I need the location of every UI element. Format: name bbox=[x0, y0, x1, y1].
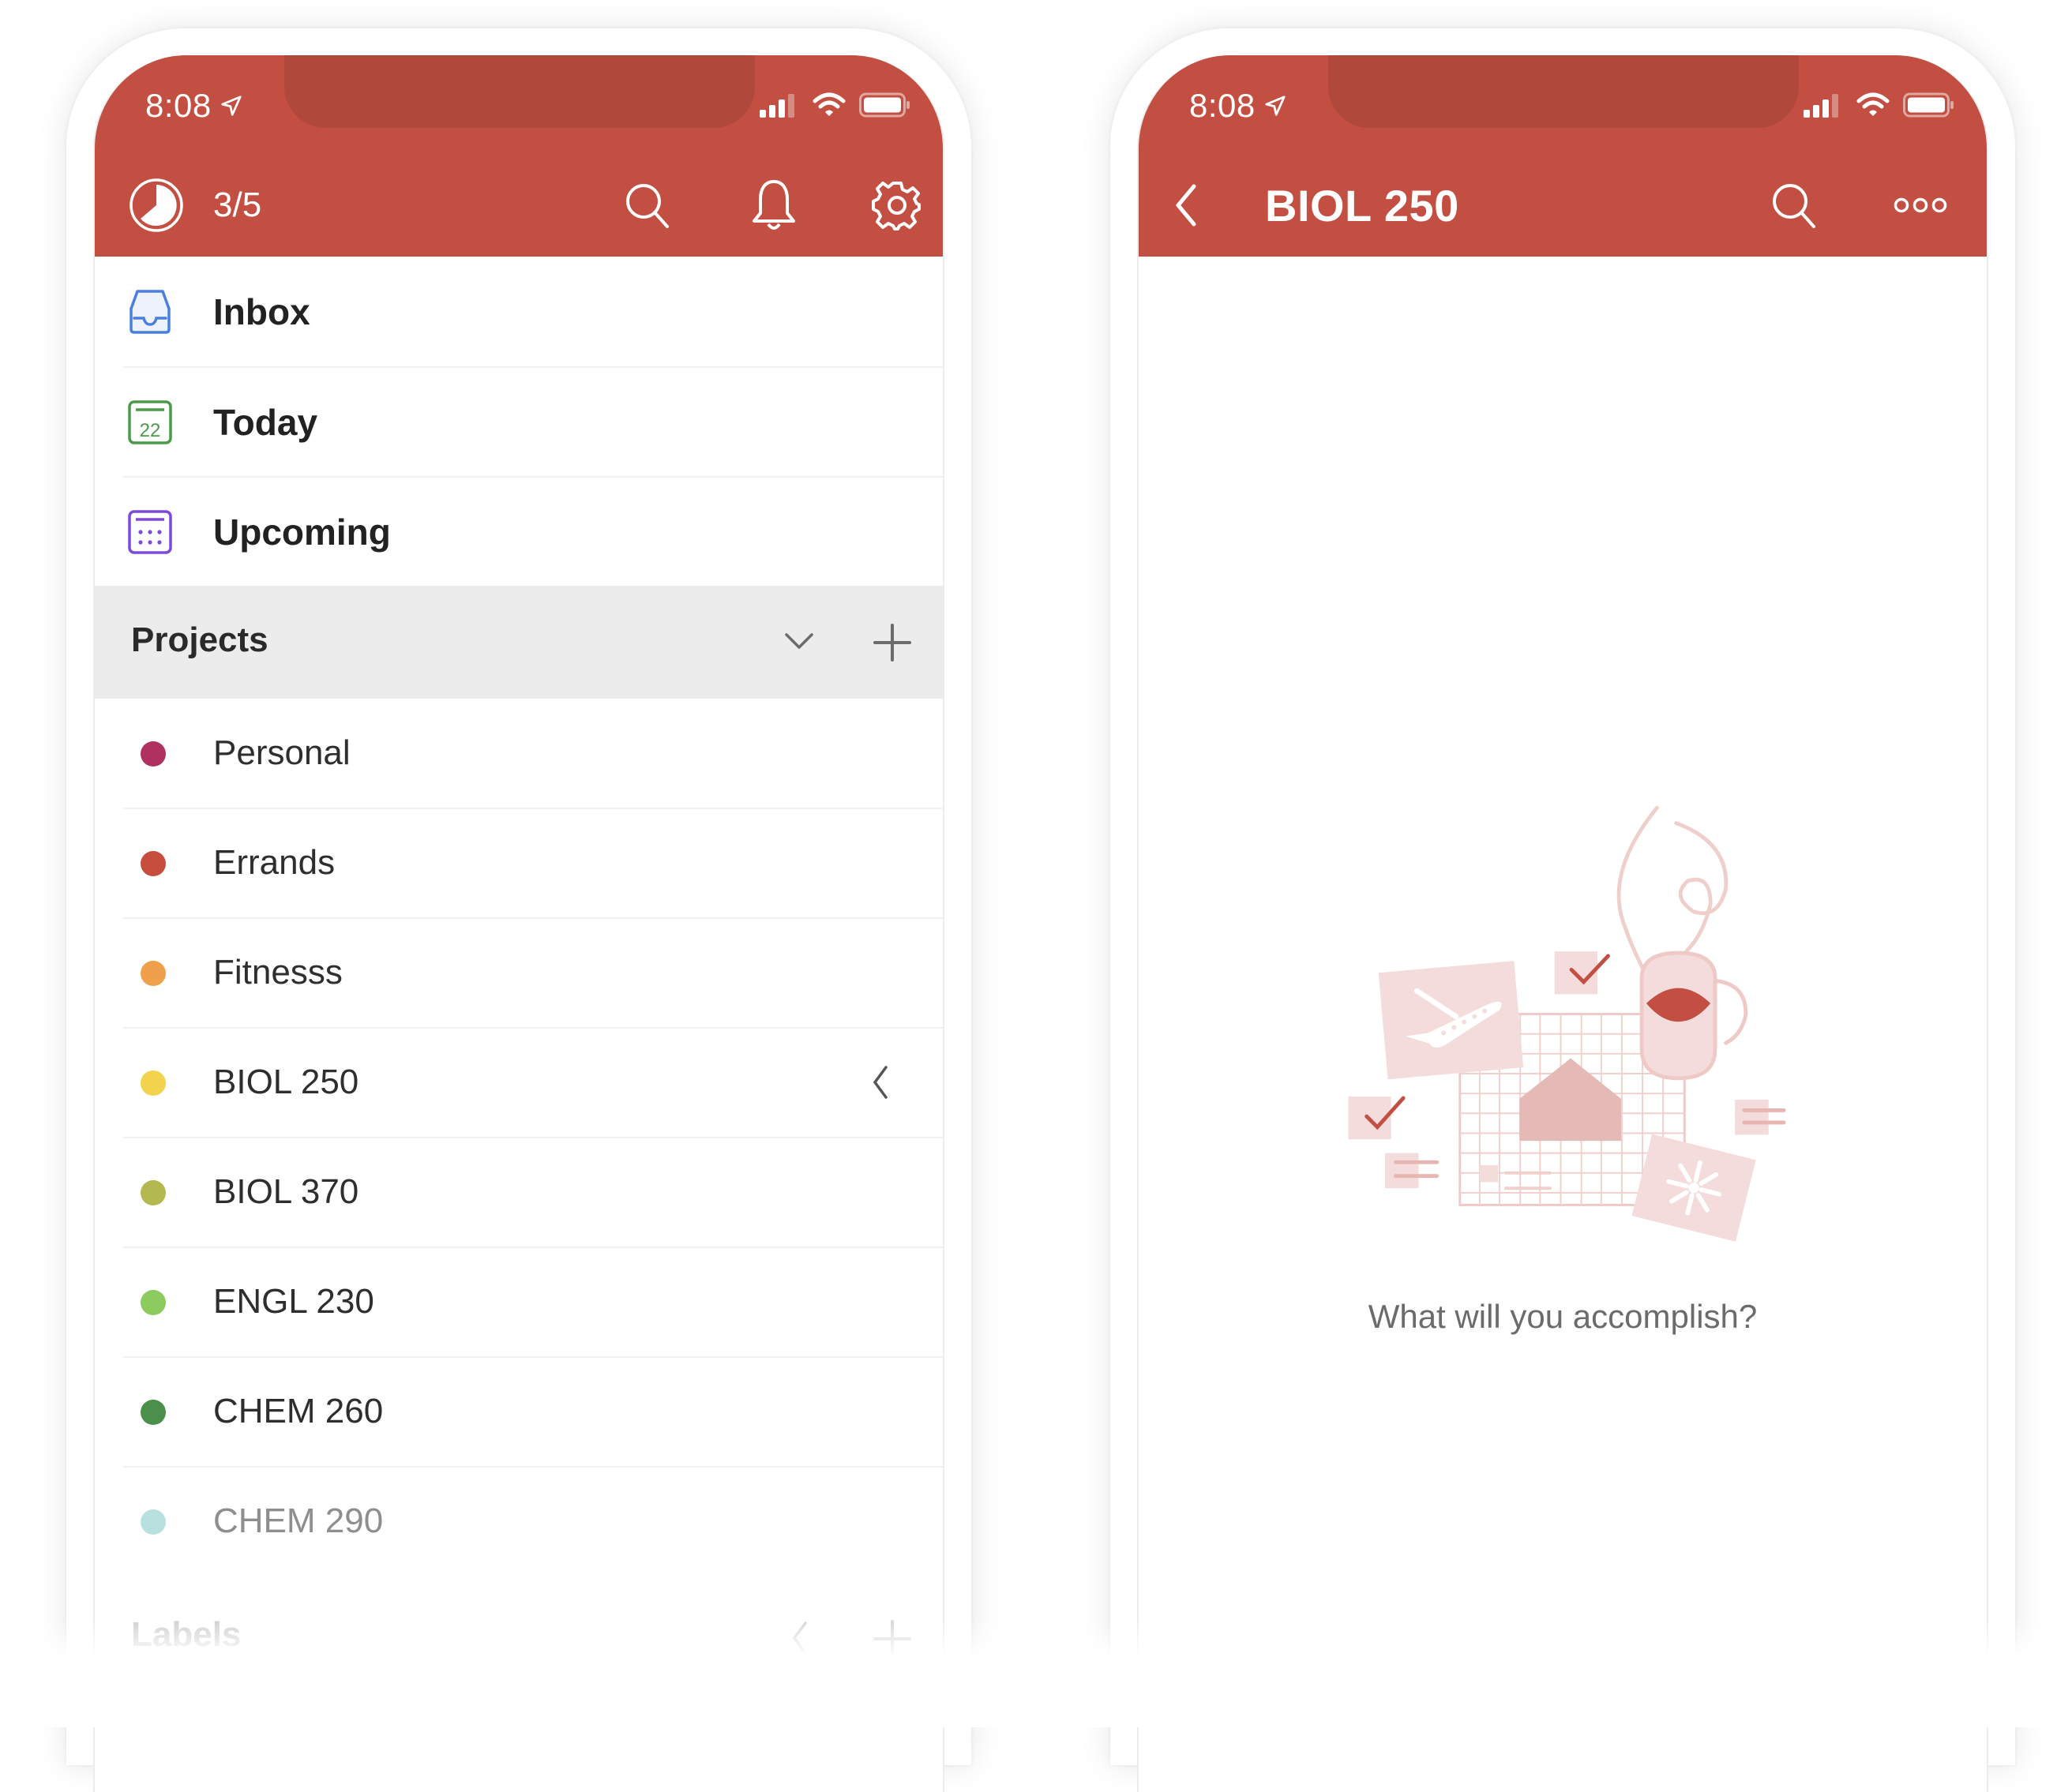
project-label: Errands bbox=[213, 843, 336, 882]
top-bar: 8:08 bbox=[95, 55, 943, 257]
location-arrow-icon bbox=[1265, 96, 1286, 116]
nav-item-upcoming[interactable]: Upcoming bbox=[95, 477, 943, 587]
project-color-dot bbox=[141, 1400, 166, 1425]
inbox-tray-icon bbox=[130, 289, 171, 334]
project-item-engl-230[interactable]: ENGL 230 bbox=[95, 1247, 943, 1358]
empty-project-illustration bbox=[1348, 805, 1786, 1242]
project-label: BIOL 250 bbox=[213, 1063, 359, 1101]
chevron-left-icon[interactable] bbox=[861, 1063, 900, 1102]
project-color-dot bbox=[141, 1509, 166, 1535]
plane-card bbox=[1378, 961, 1524, 1080]
project-item-chem-290[interactable]: CHEM 290 bbox=[95, 1467, 943, 1576]
project-item-fitnesss[interactable]: Fitnesss bbox=[95, 918, 943, 1029]
phone-frame-right: 8:08 BIOL 250 What will you accomplish? bbox=[1110, 28, 2015, 1792]
projects-section-header[interactable]: Projects bbox=[95, 586, 943, 699]
toolbar: 3/5 bbox=[95, 174, 943, 237]
steam-line bbox=[1616, 805, 1659, 983]
empty-state-message: What will you accomplish? bbox=[1368, 1298, 1758, 1335]
karma-button[interactable] bbox=[125, 174, 188, 237]
wifi-icon bbox=[1856, 92, 1890, 116]
location-arrow-icon bbox=[221, 96, 242, 116]
nav-item-label: Inbox bbox=[213, 291, 310, 332]
notifications-button[interactable] bbox=[742, 174, 805, 237]
nav-item-inbox[interactable]: Inbox bbox=[95, 257, 943, 366]
projects-screen: 8:08 3/5 Inbox 22 Today Upcoming Project… bbox=[93, 55, 944, 1792]
device-notch bbox=[284, 55, 755, 128]
battery-full-icon bbox=[1903, 92, 1954, 118]
clock: 8:08 bbox=[145, 87, 212, 124]
chevron-down-icon[interactable] bbox=[782, 627, 816, 655]
calendar-today-icon: 22 bbox=[128, 399, 172, 444]
phone-frame-left: 8:08 3/5 Inbox 22 Today Upcoming Project… bbox=[66, 28, 971, 1792]
project-title: BIOL 250 bbox=[1265, 180, 1459, 231]
project-item-chem-260[interactable]: CHEM 260 bbox=[95, 1357, 943, 1468]
project-color-dot bbox=[141, 1070, 166, 1096]
nav-item-label: Upcoming bbox=[213, 511, 391, 553]
status-bar-time: 8:08 bbox=[1189, 87, 1287, 125]
flower-card bbox=[1631, 1134, 1756, 1242]
signal-icon bbox=[760, 94, 794, 118]
project-label: CHEM 260 bbox=[213, 1392, 384, 1430]
battery-full-icon bbox=[859, 92, 910, 118]
nav-item-today[interactable]: 22 Today bbox=[95, 367, 943, 477]
status-bar-time: 8:08 bbox=[145, 87, 243, 125]
project-item-biol-250[interactable]: BIOL 250 bbox=[95, 1028, 943, 1138]
more-options-button[interactable] bbox=[1881, 174, 1960, 237]
projects-header-label: Projects bbox=[131, 620, 268, 659]
project-detail-screen: 8:08 BIOL 250 What will you accomplish? bbox=[1137, 55, 1988, 1792]
back-button[interactable] bbox=[1154, 174, 1218, 237]
project-color-dot bbox=[141, 851, 166, 876]
bottom-fade-overlay bbox=[0, 1618, 2072, 1727]
search-button[interactable] bbox=[1762, 174, 1826, 237]
nav-item-label: Today bbox=[213, 401, 318, 443]
project-label: Personal bbox=[213, 733, 351, 772]
settings-button[interactable] bbox=[865, 174, 929, 237]
project-label: BIOL 370 bbox=[213, 1172, 359, 1211]
bell-icon bbox=[753, 180, 795, 230]
search-button[interactable] bbox=[616, 174, 679, 237]
project-label: Fitnesss bbox=[213, 953, 343, 992]
project-item-personal[interactable]: Personal bbox=[95, 699, 943, 809]
karma-progress: 3/5 bbox=[213, 186, 262, 224]
search-icon bbox=[1773, 184, 1815, 228]
productivity-pie-icon bbox=[130, 178, 183, 232]
gear-icon bbox=[872, 182, 921, 231]
project-color-dot bbox=[141, 1290, 166, 1315]
status-icons bbox=[1802, 92, 1955, 118]
status-icons bbox=[758, 92, 911, 118]
project-color-dot bbox=[141, 961, 166, 986]
project-color-dot bbox=[141, 741, 166, 767]
project-label: CHEM 290 bbox=[213, 1501, 384, 1540]
search-icon bbox=[626, 184, 669, 228]
device-notch bbox=[1328, 55, 1799, 128]
plus-icon[interactable] bbox=[872, 622, 913, 663]
signal-icon bbox=[1804, 94, 1838, 118]
clock: 8:08 bbox=[1189, 87, 1256, 124]
project-item-errands[interactable]: Errands bbox=[95, 808, 943, 919]
top-bar: 8:08 bbox=[1139, 55, 1987, 257]
wifi-icon bbox=[813, 92, 846, 116]
svg-text:22: 22 bbox=[140, 420, 161, 441]
project-color-dot bbox=[141, 1180, 166, 1205]
project-item-biol-370[interactable]: BIOL 370 bbox=[95, 1138, 943, 1248]
more-dots-icon bbox=[1894, 197, 1947, 213]
chevron-left-icon bbox=[1176, 184, 1196, 227]
toolbar: BIOL 250 bbox=[1139, 174, 1987, 237]
project-label: ENGL 230 bbox=[213, 1282, 374, 1321]
calendar-upcoming-icon bbox=[128, 509, 172, 554]
coffee-mug bbox=[1639, 950, 1748, 1081]
